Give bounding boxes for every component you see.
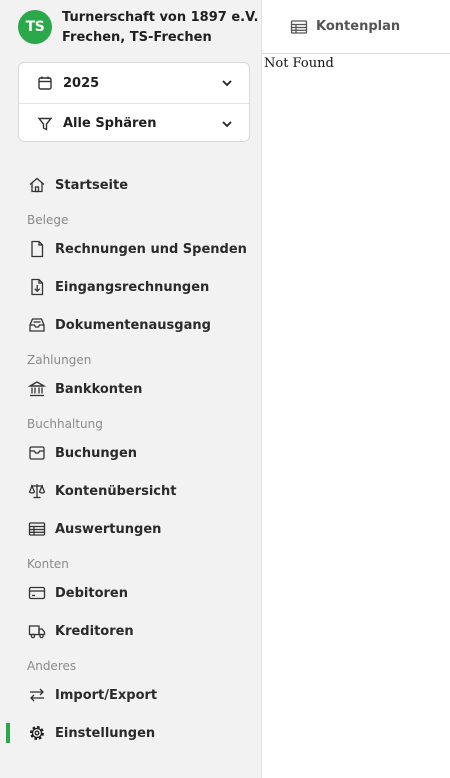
home-icon: [27, 175, 47, 195]
sidebar-item-bankkonten[interactable]: Bankkonten: [0, 370, 262, 408]
sidebar-item-label: Bankkonten: [55, 381, 143, 397]
page-title: Kontenplan: [316, 19, 401, 34]
sidebar-item-kontenuebersicht[interactable]: Kontenübersicht: [0, 472, 262, 510]
calendar-icon: [38, 76, 52, 90]
filter-icon: [37, 117, 53, 131]
sidebar-item-dokumentenausgang[interactable]: Dokumentenausgang: [0, 306, 262, 344]
sidebar-item-eingangsrechnungen[interactable]: Eingangsrechnungen: [0, 268, 262, 306]
year-selector-value: 2025: [63, 75, 100, 91]
sidebar-item-label: Rechnungen und Spenden: [55, 241, 247, 257]
sidebar-item-label: Kreditoren: [55, 623, 134, 639]
bank-icon: [27, 379, 47, 399]
organization-name: Turnerschaft von 1897 e.V. Frechen, TS-F…: [62, 8, 258, 48]
sidebar-item-kreditoren[interactable]: Kreditoren: [0, 612, 262, 650]
sidebar-item-debitoren[interactable]: Debitoren: [0, 574, 262, 612]
sidebar-nav: Startseite Belege Rechnungen und Spenden…: [0, 166, 262, 752]
sidebar-item-label: Dokumentenausgang: [55, 317, 211, 333]
sidebar-item-label: Buchungen: [55, 445, 138, 461]
organization-name-line1: Turnerschaft von 1897 e.V.: [62, 10, 259, 25]
credit-card-icon: [27, 583, 47, 603]
archive-icon: [27, 443, 47, 463]
sphere-selector-value: Alle Sphären: [63, 116, 157, 131]
sidebar-item-label: Auswertungen: [55, 521, 162, 537]
arrows-swap-icon: [27, 685, 47, 705]
gear-icon: [27, 723, 47, 743]
table-icon: [290, 18, 308, 36]
section-buchhaltung: Buchhaltung: [27, 417, 103, 431]
main-area: Kontenplan Not Found: [262, 0, 450, 778]
sidebar-item-startseite[interactable]: Startseite: [0, 166, 262, 204]
sidebar-item-label: Startseite: [55, 177, 129, 193]
section-anderes: Anderes: [27, 659, 77, 673]
document-icon: [27, 239, 47, 259]
not-found-message: Not Found: [264, 56, 334, 71]
organization-logo: TS: [18, 10, 52, 44]
sidebar-item-rechnungen[interactable]: Rechnungen und Spenden: [0, 230, 262, 268]
scale-icon: [27, 481, 47, 501]
section-zahlungen: Zahlungen: [27, 353, 92, 367]
sidebar-item-buchungen[interactable]: Buchungen: [0, 434, 262, 472]
sidebar-item-label: Kontenübersicht: [55, 483, 177, 499]
year-selector[interactable]: 2025: [19, 63, 249, 103]
sidebar-item-label: Import/Export: [55, 687, 158, 703]
truck-icon: [27, 621, 47, 641]
filter-box: 2025 Alle Sphären: [18, 62, 250, 142]
sidebar-item-auswertungen[interactable]: Auswertungen: [0, 510, 262, 548]
sidebar-item-import-export[interactable]: Import/Export: [0, 676, 262, 714]
sidebar-item-label: Debitoren: [55, 585, 128, 601]
organization-name-line2: Frechen, TS-Frechen: [62, 30, 212, 45]
outbox-icon: [27, 315, 47, 335]
chevron-down-icon: [222, 80, 232, 87]
page-header: Kontenplan: [262, 0, 450, 54]
sidebar: TS Turnerschaft von 1897 e.V. Frechen, T…: [0, 0, 262, 778]
chevron-down-icon: [222, 120, 232, 127]
sphere-selector[interactable]: Alle Sphären: [19, 103, 249, 143]
section-belege: Belege: [27, 213, 69, 227]
document-download-icon: [27, 277, 47, 297]
organization-header[interactable]: TS Turnerschaft von 1897 e.V. Frechen, T…: [18, 8, 258, 48]
sidebar-item-label: Einstellungen: [55, 725, 156, 741]
sidebar-item-label: Eingangsrechnungen: [55, 279, 210, 295]
table-icon: [27, 519, 47, 539]
sidebar-item-einstellungen[interactable]: Einstellungen: [0, 714, 262, 752]
section-konten: Konten: [27, 557, 69, 571]
